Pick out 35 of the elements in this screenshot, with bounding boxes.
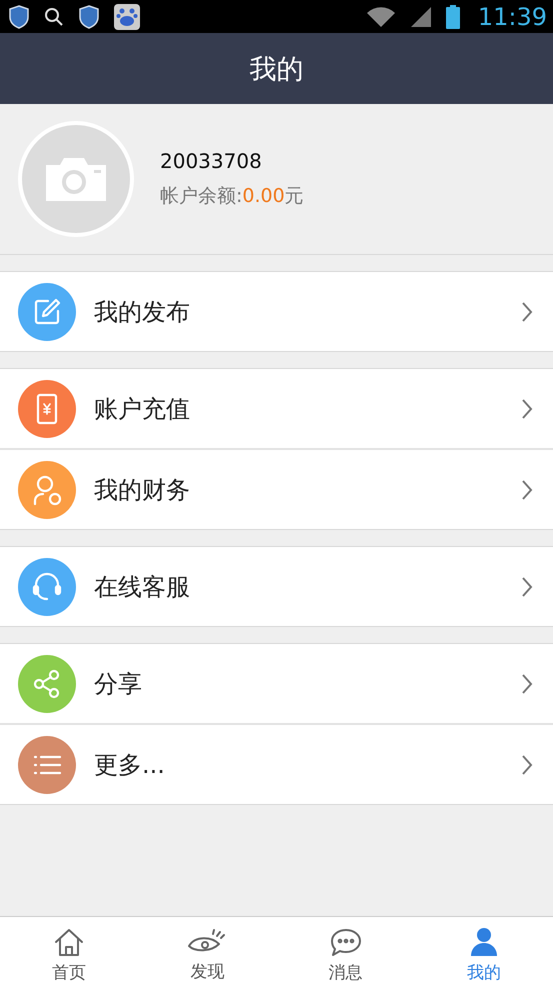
edit-icon	[32, 296, 62, 326]
phone-yen-icon	[36, 392, 58, 424]
person-icon	[468, 926, 499, 956]
chevron-right-icon	[521, 672, 533, 694]
menu-item[interactable]: 我的财务	[0, 448, 553, 529]
menu-item[interactable]: 我的发布	[0, 272, 553, 351]
tab-item[interactable]: 消息	[276, 917, 415, 993]
paw-icon	[114, 4, 140, 30]
user-coin-icon	[31, 474, 63, 506]
search-icon	[44, 6, 64, 26]
page-title: 我的	[250, 52, 304, 86]
camera-icon	[44, 156, 108, 202]
menu-item[interactable]: 在线客服	[0, 547, 553, 626]
chat-icon	[328, 926, 363, 956]
battery-icon	[446, 4, 460, 28]
shield-icon	[8, 4, 30, 28]
chevron-right-icon	[521, 300, 533, 322]
chevron-right-icon	[521, 754, 533, 776]
clock-time: 11:39	[478, 2, 547, 30]
menu-item[interactable]: 分享	[0, 644, 553, 723]
signal-icon	[410, 6, 432, 28]
shield-icon	[78, 4, 100, 28]
home-icon	[53, 926, 86, 956]
tab-item[interactable]: 我的	[414, 917, 553, 993]
user-id: 20033708	[160, 149, 263, 173]
headset-icon	[32, 570, 62, 602]
menu-item[interactable]: 更多...	[0, 723, 553, 804]
account-balance: 帐户余额:0.00元	[160, 184, 304, 209]
tab-item[interactable]: 首页	[0, 917, 138, 993]
menu-item[interactable]: 账户充值	[0, 369, 553, 448]
tab-item[interactable]: 发现	[138, 917, 276, 993]
wifi-icon	[366, 6, 396, 28]
chevron-right-icon	[521, 576, 533, 598]
chevron-right-icon	[521, 398, 533, 420]
chevron-right-icon	[521, 478, 533, 500]
